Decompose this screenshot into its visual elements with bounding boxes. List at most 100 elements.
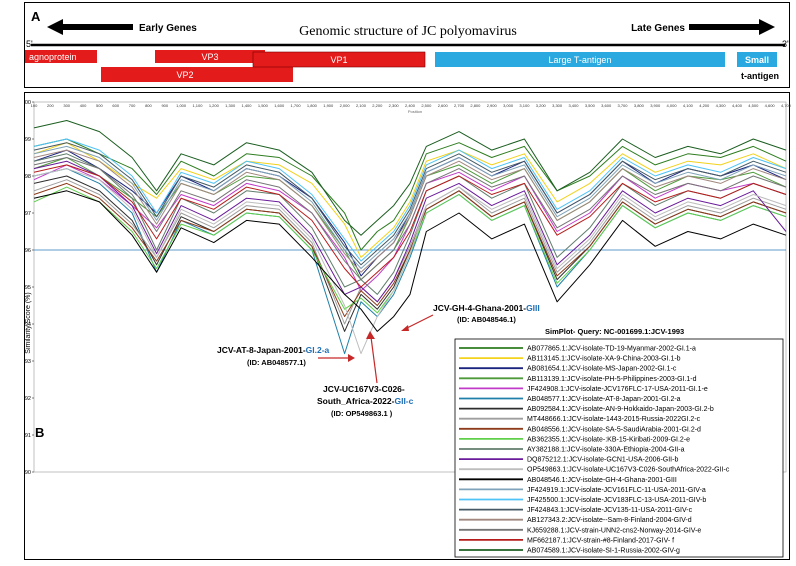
- legend-item-18: KJ659288.1:JCV-strain-UNN2-cns2-Norway-2…: [527, 527, 701, 534]
- legend-item-5: AB048577.1:JCV-isolate-AT-8-Japan-2001-G…: [527, 396, 681, 403]
- x-tick-label: 2,200: [372, 103, 383, 108]
- x-tick-label: 4,200: [699, 103, 710, 108]
- x-tick-label: 200: [47, 103, 54, 108]
- legend-item-10: AY382188.1:JCV-isolate-330A-Ethiopia-200…: [527, 447, 685, 454]
- gene-vp2-label: VP2: [176, 70, 193, 80]
- early-genes-label: Early Genes: [139, 23, 197, 34]
- gene-small-t-antigen-suffix: t-antigen: [741, 71, 779, 81]
- genome-map-svg: A Early Genes Genomic structure of JC po…: [25, 9, 789, 82]
- gene-vp2: [101, 67, 293, 82]
- y-axis-ticks: 90919293949596979899100: [22, 100, 34, 476]
- x-tick-label: 4,400: [732, 103, 743, 108]
- x-tick-label: 100: [31, 103, 38, 108]
- x-tick-label: 2,900: [487, 103, 498, 108]
- genome-title: Genomic structure of JC polyomavirus: [299, 24, 517, 39]
- legend-item-6: AB092584.1:JCV-isolate-AN-9-Hokkaido-Jap…: [527, 406, 714, 413]
- y-axis-label: Similarity Score (%): [25, 292, 32, 353]
- x-tick-label: 2,600: [438, 103, 449, 108]
- legend-item-1: AB113145.1:JCV-isolate-XA-9-China-2003-G…: [527, 356, 681, 363]
- late-genes-label: Late Genes: [631, 23, 685, 34]
- x-tick-label: 1,000: [176, 103, 187, 108]
- panel-a-label: A: [31, 9, 41, 24]
- x-tick-label: 3,400: [568, 103, 579, 108]
- x-tick-label: 4,300: [716, 103, 727, 108]
- legend-item-16: JF424843.1:JCV-isolate-JCV135-11-USA-201…: [527, 507, 693, 514]
- legend-item-8: AB048556.1:JCV-isolate-SA-5-SaudiArabia-…: [527, 426, 701, 433]
- x-tick-label: 800: [145, 103, 152, 108]
- legend-item-9: AB362355.1:JCV-isolate-:KB-15-Kiribati-2…: [527, 436, 690, 443]
- x-tick-label: 3,300: [552, 103, 563, 108]
- gene-large-t-antigen-label: Large T-antigen: [549, 55, 612, 65]
- x-tick-label: 4,100: [683, 103, 694, 108]
- annotation-safrica-label-2: South_Africa-2022-GII-c: [317, 396, 414, 406]
- annotation-japan-id: (ID: AB048577.1): [247, 358, 306, 367]
- x-tick-label: 3,000: [503, 103, 514, 108]
- x-tick-label: 3,700: [618, 103, 629, 108]
- x-tick-label: 1,400: [242, 103, 253, 108]
- x-tick-label: 900: [161, 103, 168, 108]
- y-tick-label: 93: [25, 359, 31, 365]
- x-tick-label: 4,500: [748, 103, 759, 108]
- y-tick-label: 92: [25, 396, 31, 402]
- annotation-ghana-label: JCV-GH-4-Ghana-2001-GIII: [433, 303, 540, 313]
- x-tick-label: 1,300: [225, 103, 236, 108]
- panel-b-label: B: [35, 425, 44, 440]
- legend-item-11: DQ875212.1:JCV-isolate-GCN1-USA-2006-GII…: [527, 457, 678, 464]
- y-tick-label: 95: [25, 285, 31, 291]
- x-tick-label: 2,100: [356, 103, 367, 108]
- gene-small-label: Small: [745, 55, 769, 65]
- x-tick-label: 1,600: [274, 103, 285, 108]
- legend-item-14: JF424919.1:JCV-isolate-JCV161FLC-11-USA-…: [527, 487, 706, 494]
- y-tick-label: 90: [25, 470, 31, 476]
- x-tick-label: 3,200: [536, 103, 547, 108]
- x-tick-label: 4,000: [667, 103, 678, 108]
- legend-item-13: AB048546.1:JCV-isolate-GH-4-Ghana-2001-G…: [527, 477, 677, 484]
- panel-a-genome-structure: A Early Genes Genomic structure of JC po…: [24, 2, 790, 88]
- legend-item-3: AB113139.1:JCV-isolate-PH-5-Philippines-…: [527, 376, 697, 383]
- x-tick-label: 1,200: [209, 103, 220, 108]
- simplot-chart: 90919293949596979899100 1002003004005006…: [22, 100, 792, 558]
- annotation-safrica-id: (ID: OP549863.1 ): [331, 409, 393, 418]
- legend-item-20: AB074589.1:JCV-isolate-SI-1-Russia-2002-…: [527, 548, 680, 555]
- x-tick-label: 3,800: [634, 103, 645, 108]
- x-tick-label: 2,500: [421, 103, 432, 108]
- y-tick-label: 99: [25, 137, 31, 143]
- x-tick-label: 400: [80, 103, 87, 108]
- x-tick-label: 2,700: [454, 103, 465, 108]
- x-tick-label: 1,500: [258, 103, 269, 108]
- annotation-safrica-label-1: JCV-UC167V3-C026-: [323, 384, 405, 394]
- legend-item-4: JF424908.1:JCV-isolate-JCV176FLC-17-USA-…: [527, 386, 708, 393]
- x-tick-label: 300: [63, 103, 70, 108]
- x-tick-label: 1,100: [192, 103, 203, 108]
- x-tick-label: 3,500: [585, 103, 596, 108]
- x-tick-label: 2,000: [340, 103, 351, 108]
- legend-item-7: MT448666.1:JCV-isolate-1443-2015-Russia-…: [527, 416, 701, 423]
- legend-item-12: OP549863.1:JCV-isolate-UC167V3-C026-Sout…: [527, 467, 730, 474]
- x-tick-label: 3,600: [601, 103, 612, 108]
- x-tick-label: 2,400: [405, 103, 416, 108]
- x-tick-label: 4,700: [781, 103, 791, 108]
- x-tick-label: 1,800: [307, 103, 318, 108]
- x-tick-label: 2,800: [470, 103, 481, 108]
- legend-item-2: AB081654.1:JCV-isolate-MS-Japan-2002-GI.…: [527, 366, 677, 373]
- legend-item-0: AB077865.1:JCV-isolate-TD-19-Myanmar-200…: [527, 346, 696, 353]
- legend-item-19: MF662187.1:JCV-strain-#8-Finland-2017-GI…: [527, 537, 674, 544]
- x-tick-label: 500: [96, 103, 103, 108]
- y-tick-label: 97: [25, 211, 31, 217]
- y-tick-label: 96: [25, 248, 31, 254]
- annotation-ghana-id: (ID: AB048546.1): [457, 315, 516, 324]
- x-tick-label: 4,600: [765, 103, 776, 108]
- annotation-japan-label: JCV-AT-8-Japan-2001-GI.2-a: [217, 345, 330, 355]
- y-tick-label: 98: [25, 174, 31, 180]
- gene-vp1-label: VP1: [330, 55, 347, 65]
- x-tick-label: 2,300: [389, 103, 400, 108]
- late-genes-arrow-icon: [689, 19, 775, 35]
- legend-title: SimPlot- Query: NC-001699.1:JCV-1993: [545, 327, 684, 336]
- panel-b-simplot: 90919293949596979899100 1002003004005006…: [22, 92, 792, 560]
- legend-item-17: AB127343.2:JCV-isolate--Sam-8-Finland-20…: [527, 517, 692, 524]
- x-tick-label: 700: [129, 103, 136, 108]
- y-tick-label: 91: [25, 433, 31, 439]
- early-genes-arrow-icon: [47, 19, 133, 35]
- x-axis-label: Position: [408, 109, 422, 114]
- legend-item-15: JF425500.1:JCV-isolate-JCV183FLC-13-USA-…: [527, 497, 706, 504]
